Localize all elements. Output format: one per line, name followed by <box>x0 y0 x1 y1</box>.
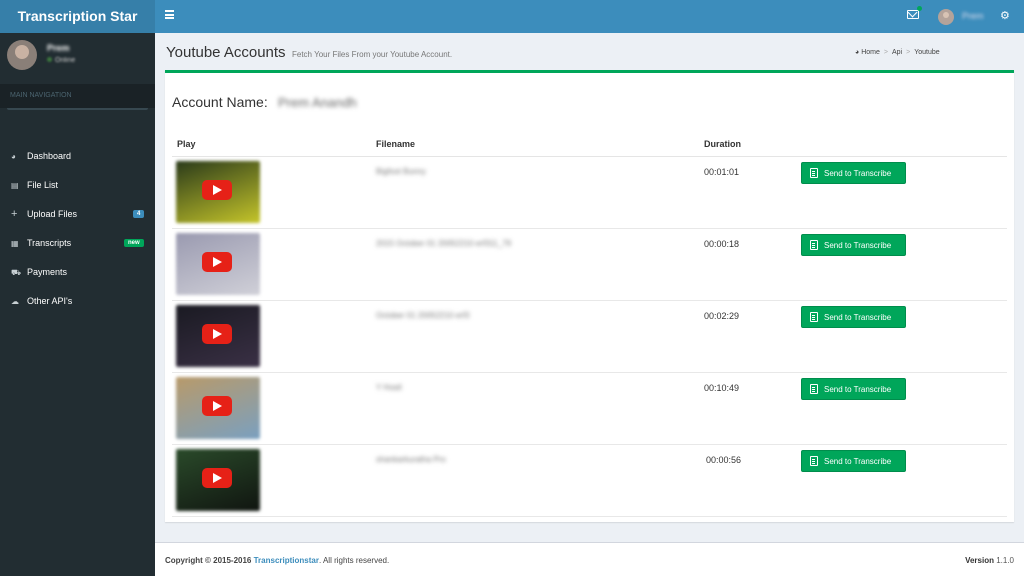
version: Version 1.1.0 <box>965 556 1014 565</box>
sidebar-item-label: Dashboard <box>27 151 72 161</box>
send-to-transcribe-button[interactable]: Send to Transcribe <box>801 234 906 256</box>
sidebar-item-label: Other API's <box>27 296 73 306</box>
user-status: Online <box>47 57 75 64</box>
youtube-play-icon[interactable] <box>202 396 232 416</box>
button-label: Send to Transcribe <box>824 384 892 394</box>
sidebar-item-payments[interactable]: ⛟ Payments <box>0 258 155 287</box>
sidebar-item-dashboard[interactable]: ◕ Dashboard <box>0 142 155 171</box>
button-label: Send to Transcribe <box>824 240 892 250</box>
send-to-transcribe-button[interactable]: Send to Transcribe <box>801 378 906 400</box>
duration-cell: 00:01:01 <box>704 167 740 177</box>
duration-cell: 00:10:49 <box>704 383 740 393</box>
page-subtitle: Fetch Your Files From your Youtube Accou… <box>292 50 453 59</box>
youtube-play-icon[interactable] <box>202 180 232 200</box>
sidebar-item-label: Transcripts <box>27 238 72 248</box>
file-text-icon <box>810 312 818 322</box>
plus-icon: + <box>11 208 18 220</box>
page-title: Youtube Accounts <box>166 44 286 61</box>
footer: Copyright © 2015-2016 Transcriptionstar.… <box>155 542 1024 576</box>
copyright: Copyright © 2015-2016 Transcriptionstar.… <box>165 556 389 565</box>
column-header-duration: Duration <box>704 139 741 149</box>
file-text-icon <box>810 240 818 250</box>
send-to-transcribe-button[interactable]: Send to Transcribe <box>801 162 906 184</box>
app-logo[interactable]: Transcription Star <box>0 0 155 33</box>
home-icon: ◕ <box>855 49 860 56</box>
account-name-label: Account Name: <box>172 94 268 110</box>
online-dot-icon <box>47 57 52 62</box>
filename-cell: Y Hostl <box>376 383 402 392</box>
button-label: Send to Transcribe <box>824 456 892 466</box>
account-name-value: Prem Anandh <box>278 95 357 110</box>
sidebar-item-label: Upload Files <box>27 209 78 219</box>
cart-icon: ⛟ <box>11 268 22 277</box>
table-row: October 01 20052210 erf3 00:02:29 Send to … <box>172 301 1007 373</box>
mail-icon[interactable] <box>907 10 919 19</box>
cloud-icon: ☁ <box>11 297 19 306</box>
dashboard-icon: ◕ <box>11 152 16 161</box>
file-text-icon <box>810 168 818 178</box>
sidebar-item-transcripts[interactable]: ▦ Transcripts new <box>0 229 155 258</box>
duration-cell: 00:00:18 <box>704 239 740 249</box>
column-header-play: Play <box>177 139 196 149</box>
sidebar-user-name: Prem <box>47 43 70 53</box>
send-to-transcribe-button[interactable]: Send to Transcribe <box>801 306 906 328</box>
top-navbar: Transcription Star Prem ⚙ <box>0 0 1024 33</box>
filename-cell: shankarkuratha Pro <box>376 455 446 464</box>
table-row: Bigfoot Bunny 00:01:01 Send to Transcribe <box>172 157 1007 229</box>
notification-dot <box>917 6 922 11</box>
button-label: Send to Transcribe <box>824 312 892 322</box>
sidebar-item-label: File List <box>27 180 59 190</box>
filename-cell: Bigfoot Bunny <box>376 167 426 176</box>
file-icon: ▤ <box>11 181 19 190</box>
upload-count-badge: 4 <box>133 210 145 218</box>
youtube-play-icon[interactable] <box>202 252 232 272</box>
navbar-user-name[interactable]: Prem <box>962 11 984 21</box>
breadcrumb-separator: > <box>906 49 911 56</box>
version-number: 1.1.0 <box>996 556 1014 565</box>
column-header-filename: Filename <box>376 139 416 149</box>
filename-cell: 2015 October 01 20052210 erf311_79 <box>376 239 512 248</box>
sidebar-item-label: Payments <box>27 267 68 277</box>
table-row: 2015 October 01 20052210 erf311_79 00:00:… <box>172 229 1007 301</box>
breadcrumb-api[interactable]: Api <box>892 49 902 56</box>
youtube-play-icon[interactable] <box>202 324 232 344</box>
duration-cell: 00:00:56 <box>706 455 742 465</box>
version-label: Version <box>965 556 994 565</box>
sidebar-item-file-list[interactable]: ▤ File List <box>0 171 155 200</box>
document-icon: ▦ <box>11 239 19 248</box>
sidebar-toggle-icon[interactable] <box>165 10 174 19</box>
table-row: Y Hostl 00:10:49 Send to Transcribe <box>172 373 1007 445</box>
send-to-transcribe-button[interactable]: Send to Transcribe <box>801 450 906 472</box>
footer-link[interactable]: Transcriptionstar <box>254 556 319 565</box>
youtube-play-icon[interactable] <box>202 468 232 488</box>
file-text-icon <box>810 456 818 466</box>
sidebar-item-upload-files[interactable]: + Upload Files 4 <box>0 200 155 229</box>
breadcrumb-youtube: Youtube <box>914 49 940 56</box>
nav-header: MAIN NAVIGATION <box>0 84 155 108</box>
file-text-icon <box>810 384 818 394</box>
settings-gear-icon[interactable]: ⚙ <box>1000 9 1010 22</box>
breadcrumb: ◕ Home > Api > Youtube <box>855 49 940 56</box>
navbar-avatar[interactable] <box>938 9 954 25</box>
duration-cell: 00:02:29 <box>704 311 740 321</box>
breadcrumb-separator: > <box>883 49 888 56</box>
breadcrumb-home[interactable]: Home <box>861 49 880 56</box>
filename-cell: October 01 20052210 erf3 <box>376 311 470 320</box>
sidebar-item-other-apis[interactable]: ☁ Other API's <box>0 287 155 316</box>
rights-text: . All rights reserved. <box>318 556 390 565</box>
new-badge: new <box>124 239 144 247</box>
copyright-text: Copyright © 2015-2016 <box>165 556 252 565</box>
button-label: Send to Transcribe <box>824 168 892 178</box>
table-row: shankarkuratha Pro 00:00:56 Send to Transc… <box>172 445 1007 517</box>
user-status-label: Online <box>55 57 76 64</box>
user-avatar <box>7 40 37 70</box>
